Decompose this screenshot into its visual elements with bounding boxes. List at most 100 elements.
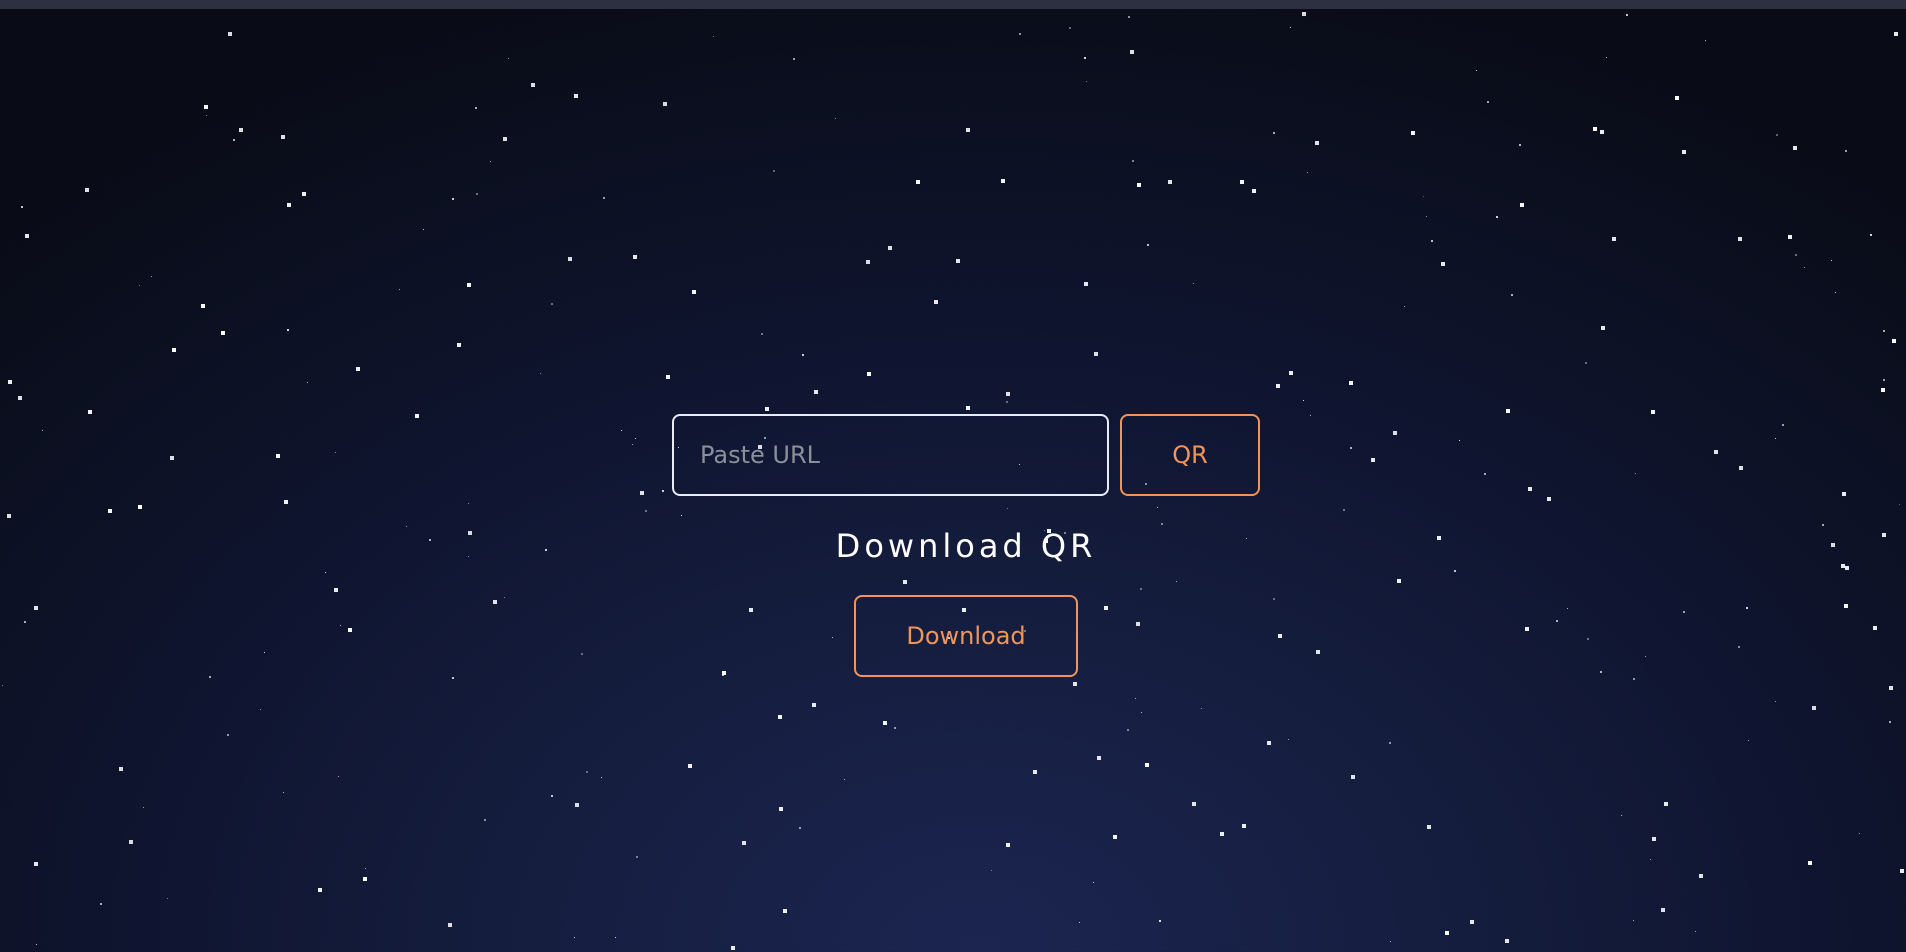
star [1487,101,1489,103]
star [1397,579,1401,583]
star [1159,920,1161,922]
star [1351,775,1355,779]
star [1506,409,1510,413]
star [1889,686,1893,690]
star [1136,622,1140,626]
star [1788,235,1792,239]
star [467,283,471,287]
star [452,198,454,200]
star [1808,861,1812,865]
star [1664,802,1668,806]
star [1900,869,1904,873]
star [742,841,746,845]
star [1390,941,1391,942]
star [586,771,588,773]
star [1606,57,1607,58]
star [287,203,291,207]
star [1652,837,1656,841]
star [1739,466,1743,470]
star [484,819,486,821]
star [2,685,3,686]
star [1633,920,1634,921]
star [835,118,836,119]
star [119,767,123,771]
star [636,856,638,858]
star [18,396,22,400]
star [765,407,769,411]
star [1192,802,1196,806]
star [1176,581,1177,582]
star [363,877,367,881]
download-qr-title: Download QR [835,527,1097,565]
star [934,300,938,304]
star [1427,825,1431,829]
star [334,588,338,592]
star [1528,487,1532,491]
star [1276,384,1280,388]
generate-qr-button[interactable]: QR [1120,414,1260,496]
star [779,807,783,811]
star [883,721,887,725]
star [814,390,818,394]
star [1001,179,1005,183]
star [1782,424,1784,426]
star [1484,473,1486,475]
star [1793,146,1797,150]
star [1316,650,1320,654]
star [1006,843,1010,847]
star [966,128,970,132]
star [1104,606,1108,610]
star [1804,267,1805,268]
star [201,304,205,308]
star [85,188,89,192]
star [866,260,870,264]
star [1079,922,1080,923]
star [448,923,452,927]
star [601,777,602,778]
star [1695,931,1696,932]
star [894,727,896,729]
download-button[interactable]: Download [854,595,1078,677]
star [645,510,647,512]
star [799,827,801,829]
star [1650,859,1651,860]
url-input[interactable] [672,414,1109,496]
star [1094,352,1098,356]
star [143,807,144,808]
star [1349,381,1353,385]
star [1600,671,1602,673]
star [1859,833,1860,834]
star [916,180,920,184]
star [1307,172,1308,173]
star [1645,656,1646,657]
star [1315,141,1319,145]
star [531,83,535,87]
star [1682,150,1686,154]
star [1675,96,1679,100]
star [490,161,491,162]
star [1084,282,1088,286]
star [1130,50,1134,54]
star [1775,701,1776,702]
star [633,255,637,259]
star [1252,189,1256,193]
star [888,246,892,250]
star [1073,682,1077,686]
star [167,898,168,899]
star [1140,588,1142,590]
star [139,285,140,286]
star [635,438,636,439]
star [749,608,753,612]
star [452,677,454,679]
star [1651,410,1655,414]
star [1220,832,1224,836]
star [204,105,208,109]
star [170,456,174,460]
star [356,367,360,371]
star [1892,339,1896,343]
star [574,94,578,98]
star [1844,604,1848,608]
star [1147,244,1149,246]
star [903,580,907,584]
star [284,500,288,504]
